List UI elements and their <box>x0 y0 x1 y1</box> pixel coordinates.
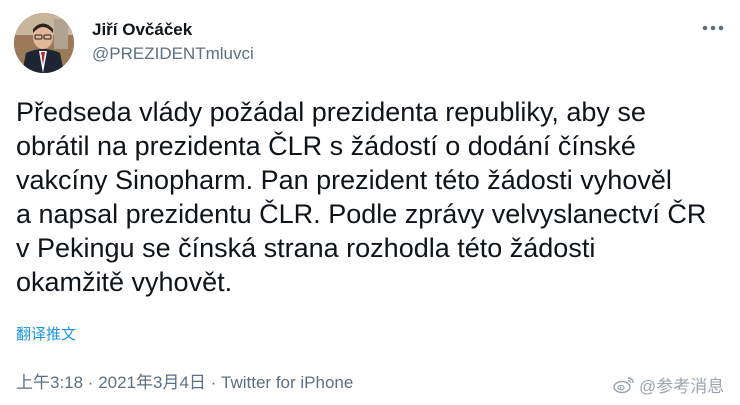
more-options-icon[interactable] <box>696 16 730 40</box>
weibo-icon <box>613 376 634 393</box>
translate-tweet-link[interactable]: 翻译推文 <box>16 323 76 344</box>
watermark-text: @参考消息 <box>639 377 725 396</box>
tweet-text-line: okamžitě vyhovět. <box>16 267 233 297</box>
watermark: @参考消息 <box>613 372 724 397</box>
tweet-text-line: Předseda vlády požádal prezidenta republ… <box>16 97 646 127</box>
author-name[interactable]: Jiří Ovčáček <box>92 20 192 40</box>
author-handle[interactable]: @PREZIDENTmluvci <box>92 44 254 64</box>
tweet-text-line: obrátil na prezidenta ČLR s žádostí o do… <box>16 131 636 161</box>
tweet-text-line: vakcíny Sinopharm. Pan prezident této žá… <box>16 165 672 195</box>
tweet-text-line: a napsal prezidentu ČLR. Podle zprávy ve… <box>16 199 707 229</box>
tweet-card: Jiří Ovčáček @PREZIDENTmluvci Předseda v… <box>0 0 740 405</box>
avatar-image <box>14 13 74 73</box>
tweet-text-line: v Pekingu se čínská strana rozhodla této… <box>16 233 596 263</box>
tweet-text: Předseda vlády požádal prezidenta republ… <box>16 95 731 299</box>
tweet-timestamp[interactable]: 上午3:18 · 2021年3月4日 · Twitter for iPhone <box>16 368 353 393</box>
avatar[interactable] <box>14 13 74 73</box>
